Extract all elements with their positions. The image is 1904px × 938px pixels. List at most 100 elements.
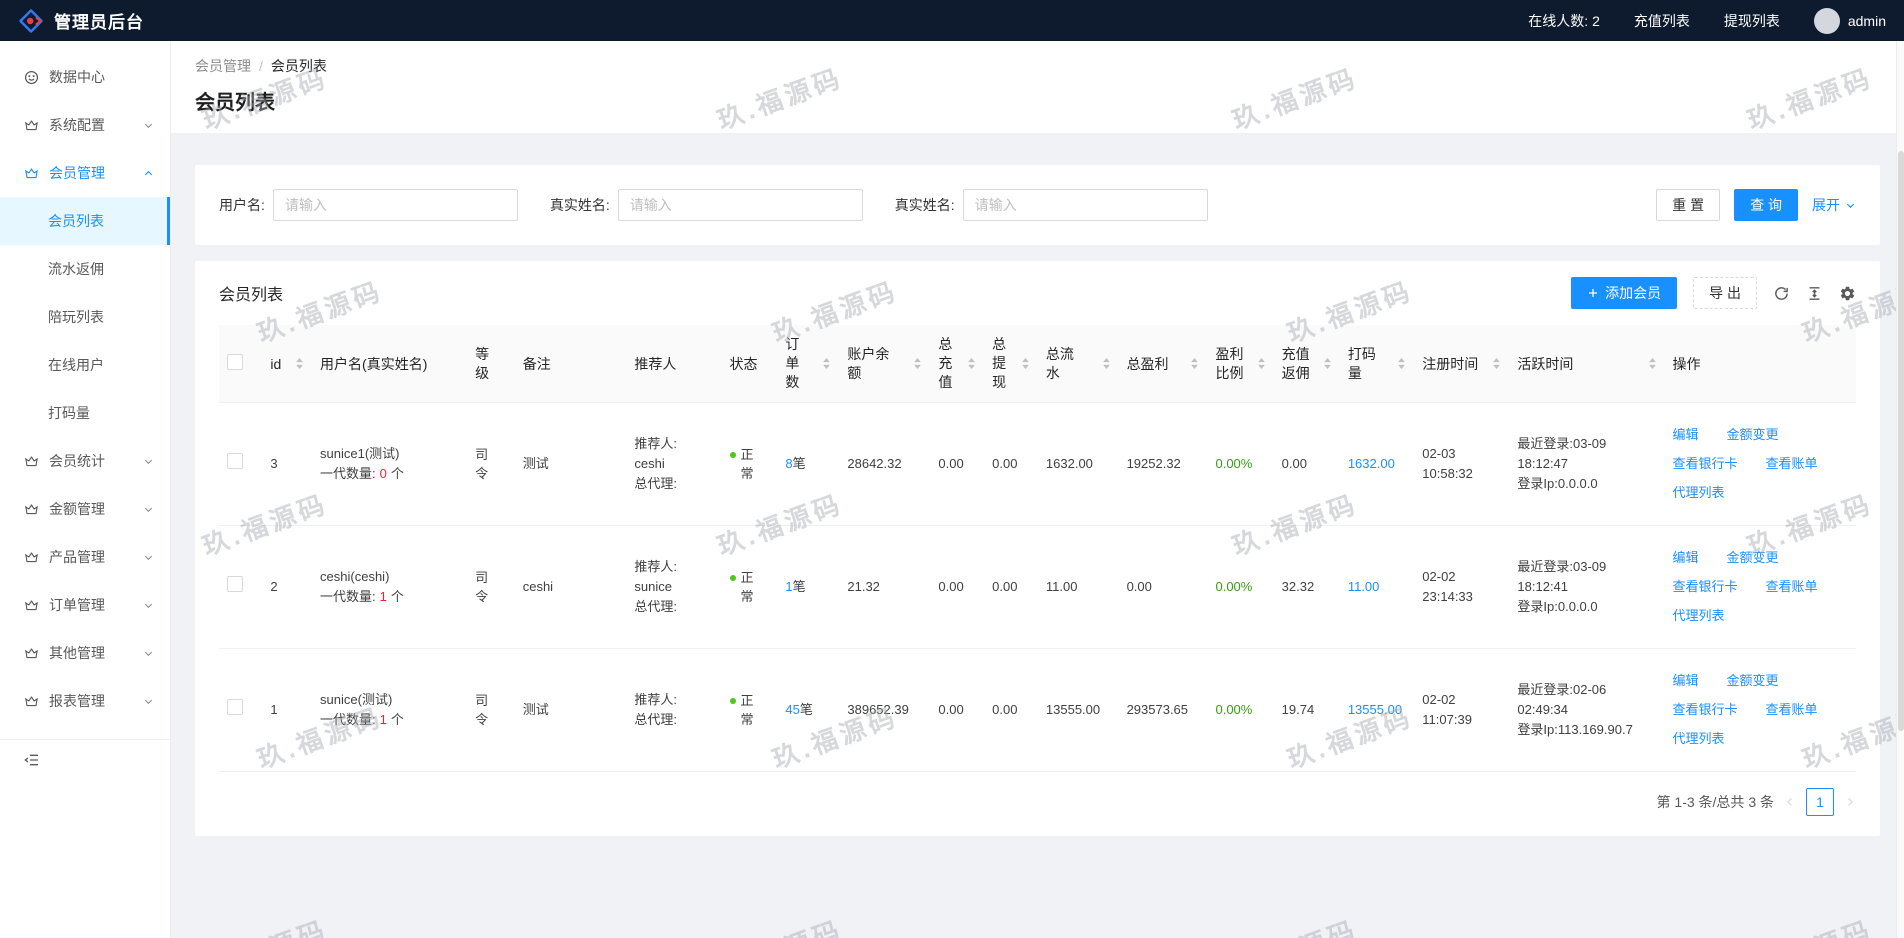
edit-link[interactable]: 编辑: [1673, 548, 1699, 568]
user-menu[interactable]: admin: [1814, 8, 1886, 34]
view-bank-card-link[interactable]: 查看银行卡: [1673, 577, 1738, 597]
cell-total-withdraw: 0.00: [984, 526, 1038, 649]
page-number[interactable]: 1: [1806, 788, 1834, 816]
cell-active-time: 最近登录:02-06 02:49:34 登录Ip:113.169.90.7: [1509, 649, 1664, 772]
sidebar-item-system-config[interactable]: 系统配置: [0, 101, 170, 149]
export-button[interactable]: 导 出: [1693, 277, 1757, 309]
column-header-profit-ratio[interactable]: 盈利比例: [1207, 325, 1273, 403]
smile-icon: [24, 70, 39, 85]
amount-change-link[interactable]: 金额变更: [1727, 425, 1779, 445]
sidebar-item-data-center[interactable]: 数据中心: [0, 53, 170, 101]
scrollbar[interactable]: [1896, 41, 1904, 938]
sidebar-item-order-management[interactable]: 订单管理: [0, 581, 170, 629]
column-header-active-time[interactable]: 活跃时间: [1509, 325, 1664, 403]
refresh-icon[interactable]: [1773, 285, 1790, 302]
cell-referrer: 推荐人: ceshi 总代理:: [626, 403, 721, 526]
view-bill-link[interactable]: 查看账单: [1766, 577, 1818, 597]
column-header-recharge-rebate[interactable]: 充值返佣: [1274, 325, 1340, 403]
breadcrumb-parent[interactable]: 会员管理: [195, 56, 251, 76]
sidebar-item-member-stats[interactable]: 会员统计: [0, 437, 170, 485]
status-dot: [730, 698, 736, 704]
cell-id: 3: [262, 403, 312, 526]
column-header-total-flow[interactable]: 总流水: [1038, 325, 1119, 403]
sidebar-item-member-list[interactable]: 会员列表: [0, 197, 170, 245]
sort-icon: [1397, 358, 1406, 369]
agent-list-link[interactable]: 代理列表: [1673, 606, 1725, 626]
chevron-down-icon: [143, 648, 154, 659]
cell-dama: 13555.00: [1340, 649, 1414, 772]
amount-change-link[interactable]: 金额变更: [1727, 671, 1779, 691]
view-bill-link[interactable]: 查看账单: [1766, 454, 1818, 474]
sort-icon: [1323, 358, 1332, 369]
realname-input-1[interactable]: [618, 189, 863, 221]
view-bill-link[interactable]: 查看账单: [1766, 700, 1818, 720]
agent-list-link[interactable]: 代理列表: [1673, 483, 1725, 503]
status-dot: [730, 575, 736, 581]
row-checkbox[interactable]: [227, 453, 243, 469]
cell-active-time: 最近登录:03-09 18:12:47 登录Ip:0.0.0.0: [1509, 403, 1664, 526]
add-member-button[interactable]: 添加会员: [1571, 277, 1677, 309]
row-checkbox[interactable]: [227, 576, 243, 592]
sidebar-item-amount-management[interactable]: 金额管理: [0, 485, 170, 533]
topbar: 管理员后台 在线人数: 2 充值列表 提现列表 admin: [0, 0, 1904, 41]
column-header-total-profit[interactable]: 总盈利: [1119, 325, 1208, 403]
sidebar-item-other-management[interactable]: 其他管理: [0, 629, 170, 677]
column-header-total-withdraw[interactable]: 总提现: [984, 325, 1038, 403]
column-header-reg-time[interactable]: 注册时间: [1414, 325, 1509, 403]
edit-link[interactable]: 编辑: [1673, 425, 1699, 445]
online-count: 在线人数: 2: [1528, 11, 1600, 31]
sidebar-item-online-users[interactable]: 在线用户: [0, 341, 170, 389]
sidebar-item-companion-list[interactable]: 陪玩列表: [0, 293, 170, 341]
sidebar-item-dama-volume[interactable]: 打码量: [0, 389, 170, 437]
avatar[interactable]: [1814, 8, 1840, 34]
username-input[interactable]: [273, 189, 518, 221]
cell-actions: 编辑 金额变更 查看银行卡 查看账单 代理列表: [1665, 526, 1856, 649]
expand-toggle[interactable]: 展开: [1812, 195, 1856, 215]
cell-active-time: 最近登录:03-09 18:12:41 登录Ip:0.0.0.0: [1509, 526, 1664, 649]
cell-referrer: 推荐人: sunice 总代理:: [626, 526, 721, 649]
prev-page-icon[interactable]: [1784, 796, 1796, 808]
chevron-up-icon: [143, 168, 154, 179]
amount-change-link[interactable]: 金额变更: [1727, 548, 1779, 568]
column-height-icon[interactable]: [1806, 285, 1823, 302]
column-header-id[interactable]: id: [262, 325, 312, 403]
column-header-level: 等级: [467, 325, 515, 403]
recharge-list-link[interactable]: 充值列表: [1634, 11, 1690, 31]
select-all-checkbox[interactable]: [227, 354, 243, 370]
sidebar-item-member-management[interactable]: 会员管理: [0, 149, 170, 197]
sidebar-item-report-management[interactable]: 报表管理: [0, 677, 170, 725]
view-bank-card-link[interactable]: 查看银行卡: [1673, 454, 1738, 474]
crown-icon: [24, 694, 39, 709]
chevron-down-icon: [143, 504, 154, 515]
column-header-dama[interactable]: 打码量: [1340, 325, 1414, 403]
cell-total-recharge: 0.00: [930, 649, 984, 772]
agent-list-link[interactable]: 代理列表: [1673, 729, 1725, 749]
column-header-orders[interactable]: 订单数: [777, 325, 839, 403]
scrollbar-thumb[interactable]: [1898, 151, 1904, 731]
next-page-icon[interactable]: [1844, 796, 1856, 808]
menu-fold-icon[interactable]: [24, 752, 170, 768]
select-all-checkbox-header[interactable]: [219, 325, 262, 403]
cell-orders: 1笔: [777, 526, 839, 649]
settings-gear-icon[interactable]: [1839, 285, 1856, 302]
page-header: 会员管理 / 会员列表 会员列表: [171, 41, 1904, 133]
withdraw-list-link[interactable]: 提现列表: [1724, 11, 1780, 31]
cell-actions: 编辑 金额变更 查看银行卡 查看账单 代理列表: [1665, 403, 1856, 526]
view-bank-card-link[interactable]: 查看银行卡: [1673, 700, 1738, 720]
sidebar-item-flow-rebate[interactable]: 流水返佣: [0, 245, 170, 293]
query-button[interactable]: 查 询: [1734, 189, 1798, 221]
reset-button[interactable]: 重 置: [1656, 189, 1720, 221]
column-header-total-recharge[interactable]: 总充值: [930, 325, 984, 403]
cell-username: sunice(测试) 一代数量:1个: [312, 649, 467, 772]
column-header-balance[interactable]: 账户余额: [839, 325, 930, 403]
column-header-status: 状态: [722, 325, 778, 403]
realname-field-group-2: 真实姓名:: [895, 189, 1208, 221]
sidebar-item-product-management[interactable]: 产品管理: [0, 533, 170, 581]
column-header-actions: 操作: [1665, 325, 1856, 403]
cell-level: 司令: [467, 526, 515, 649]
row-checkbox[interactable]: [227, 699, 243, 715]
edit-link[interactable]: 编辑: [1673, 671, 1699, 691]
plus-icon: [1587, 287, 1599, 299]
realname-input-2[interactable]: [963, 189, 1208, 221]
cell-balance: 28642.32: [839, 403, 930, 526]
